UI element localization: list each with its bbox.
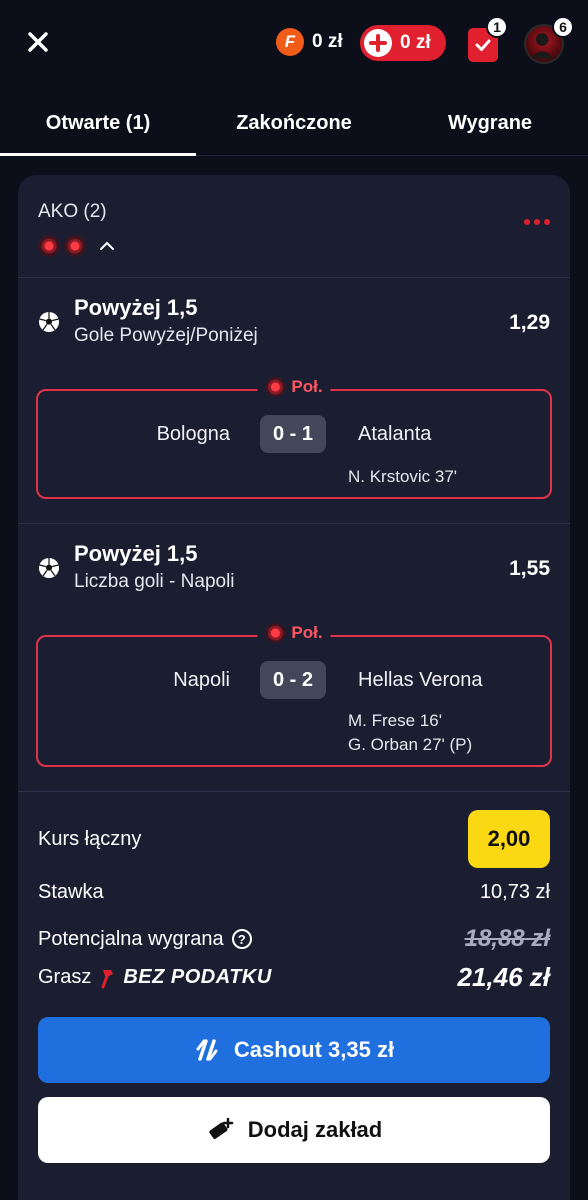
coupon-card: AKO (2) Powyżej 1,5 Gole Powyżej/Poniżej… bbox=[18, 175, 570, 1200]
live-dot-icon bbox=[265, 377, 286, 397]
deposit-button[interactable]: 0 zł bbox=[360, 25, 446, 61]
goal-scorer: M. Frese 16' bbox=[348, 711, 442, 730]
match-box[interactable]: Poł. Napoli 0 - 2 Hellas Verona M. Frese… bbox=[36, 623, 552, 767]
match-box[interactable]: Poł. Bologna 0 - 1 Atalanta N. Krstovic … bbox=[36, 377, 552, 499]
potential-win-old: 18,88 zł bbox=[464, 925, 550, 952]
bet-market: Gole Powyżej/Poniżej bbox=[74, 325, 258, 346]
live-dot-icon bbox=[64, 235, 86, 257]
no-tax-row: Grasz BEZ PODATKU 21,46 zł bbox=[38, 962, 550, 993]
add-bet-button[interactable]: Dodaj zakład bbox=[38, 1097, 550, 1163]
total-odds-value: 2,00 bbox=[468, 810, 550, 868]
fcoin-icon: F bbox=[276, 28, 304, 56]
betslip-button[interactable]: 1 bbox=[468, 16, 508, 64]
fcoins-amount: 0 zł bbox=[312, 31, 343, 52]
top-bar: F 0 zł 0 zł 1 6 bbox=[0, 0, 588, 90]
tab-finished[interactable]: Zakończone bbox=[196, 90, 392, 156]
bets-tabs: Otwarte (1) Zakończone Wygrane bbox=[0, 90, 588, 156]
home-team: Napoli bbox=[173, 669, 230, 691]
play-label: Grasz bbox=[38, 966, 92, 988]
stake-value: 10,73 zł bbox=[479, 881, 550, 903]
cashout-button[interactable]: Cashout 3,35 zł bbox=[38, 1017, 550, 1083]
live-dot-icon bbox=[265, 623, 286, 643]
match-score: 0 - 1 bbox=[260, 415, 326, 453]
away-team: Hellas Verona bbox=[358, 669, 483, 691]
away-team: Atalanta bbox=[358, 423, 432, 445]
notifications-badge: 6 bbox=[552, 16, 574, 38]
betslip-count-badge: 1 bbox=[486, 16, 508, 38]
no-tax-brand: BEZ PODATKU bbox=[97, 966, 271, 989]
fcoins-balance[interactable]: F 0 zł bbox=[276, 28, 343, 56]
coupon-title: AKO (2) bbox=[38, 201, 107, 222]
plus-icon bbox=[364, 29, 392, 57]
cashout-label: Cashout 3,35 zł bbox=[233, 1037, 395, 1062]
chevron-up-icon bbox=[100, 241, 114, 250]
cashout-icon bbox=[196, 1039, 218, 1061]
football-icon bbox=[39, 558, 59, 578]
bet-item: Powyżej 1,5 Gole Powyżej/Poniżej 1,29 Po… bbox=[18, 277, 570, 523]
total-odds-label: Kurs łączny bbox=[38, 827, 142, 850]
ticket-plus-icon bbox=[209, 1117, 233, 1139]
help-icon[interactable]: ? bbox=[231, 929, 252, 949]
match-status: Poł. bbox=[257, 377, 331, 397]
match-status-label: Poł. bbox=[291, 623, 323, 642]
profile-button[interactable]: 6 bbox=[524, 16, 574, 68]
no-tax-label: BEZ PODATKU bbox=[123, 966, 272, 988]
live-indicators[interactable] bbox=[38, 235, 116, 257]
close-icon bbox=[28, 32, 48, 52]
active-tab-indicator bbox=[0, 153, 196, 156]
bet-market: Liczba goli - Napoli bbox=[74, 571, 235, 592]
bet-selection: Powyżej 1,5 bbox=[74, 541, 198, 566]
bet-selection: Powyżej 1,5 bbox=[74, 295, 198, 320]
close-button[interactable] bbox=[22, 26, 54, 58]
potential-win-row: Potencjalna wygrana ? 18,88 zł bbox=[38, 925, 550, 953]
home-team: Bologna bbox=[156, 423, 230, 445]
stake-label: Stawka bbox=[38, 881, 104, 903]
deposit-amount: 0 zł bbox=[400, 32, 431, 53]
goal-scorer: N. Krstovic 37' bbox=[348, 467, 458, 486]
bet-odds: 1,55 bbox=[509, 557, 550, 580]
total-odds-row: Kurs łączny 2,00 bbox=[38, 810, 550, 868]
tab-won[interactable]: Wygrane bbox=[392, 90, 588, 156]
potential-win-label: Potencjalna wygrana bbox=[38, 927, 224, 950]
add-bet-label: Dodaj zakład bbox=[247, 1117, 383, 1142]
match-status: Poł. bbox=[257, 623, 331, 643]
bet-odds: 1,29 bbox=[509, 311, 550, 334]
tab-open[interactable]: Otwarte (1) bbox=[0, 90, 196, 156]
live-dot-icon bbox=[38, 235, 60, 257]
potential-win-new: 21,46 zł bbox=[457, 962, 550, 992]
match-score: 0 - 2 bbox=[260, 661, 326, 699]
hammer-icon bbox=[101, 969, 114, 988]
bet-item: Powyżej 1,5 Liczba goli - Napoli 1,55 Po… bbox=[18, 523, 570, 791]
more-options-icon[interactable] bbox=[520, 219, 550, 225]
football-icon bbox=[39, 312, 59, 332]
divider bbox=[18, 791, 570, 792]
match-status-label: Poł. bbox=[291, 377, 323, 396]
stake-row: Stawka 10,73 zł bbox=[38, 881, 550, 904]
goal-scorer: G. Orban 27' (P) bbox=[348, 735, 473, 754]
